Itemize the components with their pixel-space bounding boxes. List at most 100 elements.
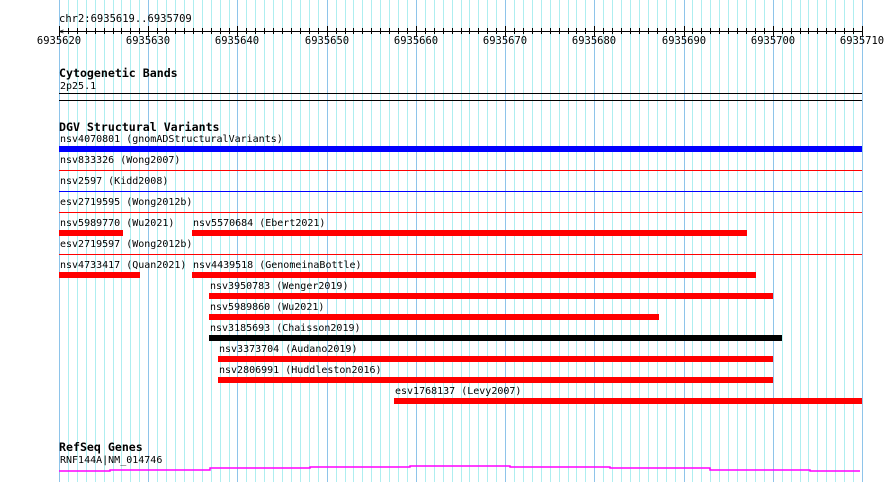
- variant-bar[interactable]: [209, 293, 773, 299]
- ruler-tick: [621, 28, 622, 34]
- grid-line: [416, 0, 417, 482]
- ruler-tick: [353, 28, 354, 34]
- variant-line[interactable]: [59, 170, 862, 171]
- variant-label[interactable]: nsv3950783 (Wenger2019): [210, 281, 348, 292]
- ruler-tick: [371, 28, 372, 34]
- variant-label[interactable]: nsv5989860 (Wu2021): [210, 302, 324, 313]
- grid-line: [639, 0, 640, 482]
- ruler-tick: [478, 28, 479, 34]
- variant-label[interactable]: nsv4439518 (GenomeinaBottle): [193, 260, 362, 271]
- gene-model[interactable]: [0, 460, 890, 480]
- variant-bar[interactable]: [209, 335, 782, 341]
- variant-label[interactable]: esv2719597 (Wong2012b): [60, 239, 192, 250]
- variant-line[interactable]: [59, 254, 862, 255]
- ruler-tick: [523, 28, 524, 34]
- ruler-tick: [300, 28, 301, 34]
- ruler-tick: [407, 28, 408, 34]
- ruler-tick: [755, 28, 756, 34]
- ruler-tick: [764, 28, 765, 34]
- grid-line: [309, 0, 310, 482]
- grid-line: [487, 0, 488, 482]
- ruler-tick: [817, 28, 818, 34]
- ruler-tick: [782, 28, 783, 34]
- variant-bar[interactable]: [192, 230, 747, 236]
- ruler-tick: [559, 28, 560, 34]
- variant-bar[interactable]: [218, 377, 773, 383]
- grid-line: [576, 0, 577, 482]
- grid-line: [568, 0, 569, 482]
- grid-line: [532, 0, 533, 482]
- variant-bar[interactable]: [59, 272, 140, 278]
- ruler-tick: [282, 28, 283, 34]
- grid-line: [273, 0, 274, 482]
- variant-bar[interactable]: [59, 146, 862, 152]
- ruler-label: 6935630: [125, 35, 171, 47]
- grid-line: [728, 0, 729, 482]
- grid-line: [657, 0, 658, 482]
- ruler-tick: [585, 28, 586, 34]
- variant-label[interactable]: nsv3185693 (Chaisson2019): [210, 323, 361, 334]
- grid-line: [229, 0, 230, 482]
- grid-line: [826, 0, 827, 482]
- grid-line: [496, 0, 497, 482]
- variant-label[interactable]: nsv2597 (Kidd2008): [60, 176, 168, 187]
- band-label[interactable]: 2p25.1: [60, 81, 96, 92]
- grid-line: [773, 0, 774, 482]
- variant-label[interactable]: nsv3373704 (Audano2019): [219, 344, 357, 355]
- ruler-tick: [692, 28, 693, 34]
- ruler-tick: [541, 28, 542, 34]
- grid-line: [817, 0, 818, 482]
- ruler-tick: [398, 28, 399, 34]
- grid-line: [719, 0, 720, 482]
- ruler-tick: [550, 28, 551, 34]
- ruler-tick: [246, 28, 247, 34]
- variant-label[interactable]: nsv5989770 (Wu2021): [60, 218, 174, 229]
- grid-line: [345, 0, 346, 482]
- variant-bar[interactable]: [59, 230, 123, 236]
- grid-line: [862, 0, 863, 482]
- track-title: Cytogenetic Bands: [59, 66, 178, 80]
- grid-line: [237, 0, 238, 482]
- ruler-tick: [362, 28, 363, 34]
- ruler-tick: [835, 28, 836, 34]
- ruler-tick: [86, 28, 87, 34]
- ruler-tick: [175, 28, 176, 34]
- variant-bar[interactable]: [209, 314, 659, 320]
- band-line[interactable]: [59, 93, 862, 94]
- variant-label[interactable]: nsv2806991 (Huddleston2016): [219, 365, 382, 376]
- ruler-tick: [202, 28, 203, 34]
- ruler-tick: [844, 28, 845, 34]
- grid-line: [389, 0, 390, 482]
- variant-label[interactable]: esv1768137 (Levy2007): [395, 386, 521, 397]
- ruler-tick: [229, 28, 230, 34]
- grid-line: [371, 0, 372, 482]
- variant-label[interactable]: nsv833326 (Wong2007): [60, 155, 180, 166]
- variant-bar[interactable]: [218, 356, 773, 362]
- ruler-tick: [728, 28, 729, 34]
- variant-label[interactable]: nsv4733417 (Quan2021): [60, 260, 186, 271]
- grid-line: [336, 0, 337, 482]
- ruler-tick: [113, 28, 114, 34]
- track-separator: [59, 100, 862, 101]
- variant-bar[interactable]: [394, 398, 862, 404]
- variant-label[interactable]: esv2719595 (Wong2012b): [60, 197, 192, 208]
- ruler-tick: [514, 28, 515, 34]
- variant-label[interactable]: nsv4070801 (gnomADStructuralVariants): [60, 134, 283, 145]
- grid-line: [550, 0, 551, 482]
- grid-line: [541, 0, 542, 482]
- grid-line: [853, 0, 854, 482]
- ruler-tick: [487, 28, 488, 34]
- grid-line: [300, 0, 301, 482]
- ruler-label: 6935650: [304, 35, 350, 47]
- variant-label[interactable]: nsv5570684 (Ebert2021): [193, 218, 325, 229]
- ruler-label: 6935690: [661, 35, 707, 47]
- ruler-tick: [157, 28, 158, 34]
- ruler-tick: [264, 28, 265, 34]
- variant-line[interactable]: [59, 191, 862, 192]
- grid-line: [648, 0, 649, 482]
- grid-line: [764, 0, 765, 482]
- variant-line[interactable]: [59, 212, 862, 213]
- variant-bar[interactable]: [192, 272, 756, 278]
- grid-line: [710, 0, 711, 482]
- ruler-tick: [639, 28, 640, 34]
